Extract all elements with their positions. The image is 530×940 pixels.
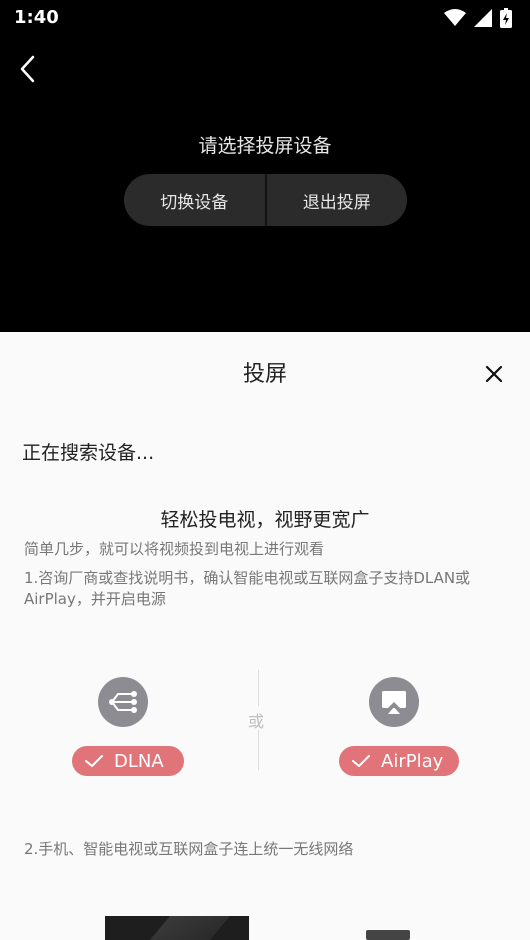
dlna-label: DLNA	[114, 750, 164, 772]
searching-status: 正在搜索设备...	[22, 442, 155, 464]
divider-line-bottom	[258, 730, 259, 770]
checkmark-icon	[352, 755, 370, 767]
or-text: 或	[248, 712, 265, 731]
airplay-icon	[369, 677, 419, 727]
dlna-badge: DLNA	[72, 746, 184, 776]
cast-prompt: 请选择投屏设备	[198, 135, 332, 157]
close-button[interactable]	[482, 362, 506, 386]
cast-sheet: 投屏 正在搜索设备... 轻松投电视，视野更宽广 简单几步，就可以将视频投到电视…	[0, 332, 530, 940]
airplay-label: AirPlay	[381, 750, 444, 772]
divider-line-top	[258, 670, 259, 706]
wifi-icon	[444, 9, 466, 26]
step-1-text: 1.咨询厂商或查找说明书，确认智能电视或互联网盒子支持DLAN或AirPlay，…	[24, 569, 471, 608]
status-bar: 1:40	[0, 0, 530, 36]
subline: 简单几步，就可以将视频投到电视上进行观看	[24, 540, 325, 558]
checkmark-icon	[85, 755, 103, 767]
dlna-icon	[98, 677, 148, 727]
status-icons	[444, 8, 512, 28]
switch-device-button[interactable]: 切换设备	[124, 174, 265, 226]
cast-action-group: 切换设备 退出投屏	[124, 174, 407, 226]
back-button[interactable]	[16, 54, 42, 84]
airplay-badge: AirPlay	[339, 746, 459, 776]
battery-charging-icon	[500, 8, 512, 28]
set-top-box-illustration	[366, 930, 410, 940]
step-2-text: 2.手机、智能电视或互联网盒子连上统一无线网络	[24, 840, 354, 858]
signal-icon	[474, 9, 492, 27]
sheet-title: 投屏	[242, 362, 287, 387]
headline: 轻松投电视，视野更宽广	[160, 509, 370, 531]
exit-cast-button[interactable]: 退出投屏	[267, 174, 408, 226]
status-time: 1:40	[14, 7, 59, 28]
close-icon	[485, 365, 503, 383]
tv-illustration	[105, 916, 249, 940]
chevron-left-icon	[20, 55, 35, 83]
